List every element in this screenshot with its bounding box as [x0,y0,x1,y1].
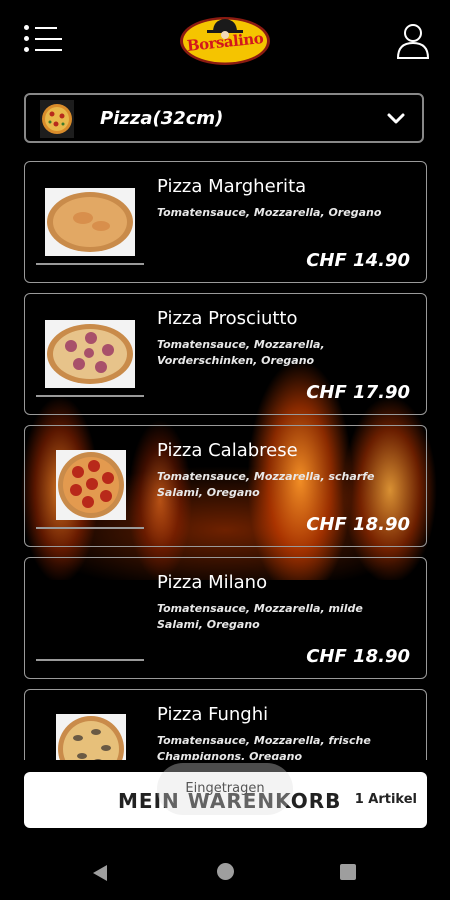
home-icon[interactable] [217,863,234,880]
product-description: Tomatensauce, Mozzarella, frische Champi… [157,734,371,760]
category-image [40,100,74,138]
product-description: Tomatensauce, Mozzarella, Oregano [157,206,382,219]
product-name: Pizza Prosciutto [157,308,298,329]
image-divider [36,659,144,661]
top-bar: Borsalino [0,0,450,80]
product-name: Pizza Funghi [157,704,269,725]
product-card[interactable]: Pizza Margherita Tomatensauce, Mozzarell… [24,161,427,283]
menu-icon[interactable] [24,25,62,53]
product-price: CHF 17.90 [306,382,410,403]
product-card[interactable]: Pizza Calabrese Tomatensauce, Mozzarella… [24,425,427,547]
toast: Eingetragen [157,763,293,815]
logo: Borsalino [179,12,271,66]
product-card[interactable]: Pizza Funghi Tomatensauce, Mozzarella, f… [24,689,427,760]
user-icon[interactable] [395,22,431,60]
product-card[interactable]: Pizza Prosciutto Tomatensauce, Mozzarell… [24,293,427,415]
category-label: Pizza(32cm) [100,108,224,129]
product-list: Pizza Margherita Tomatensauce, Mozzarell… [0,160,450,760]
cart-count: 1 Artikel [354,792,417,807]
product-price: CHF 18.90 [306,646,410,667]
chevron-down-icon[interactable] [386,109,406,129]
product-card[interactable]: Pizza Milano Tomatensauce, Mozzarella, m… [24,557,427,679]
product-image [45,188,135,256]
product-name: Pizza Margherita [157,176,307,197]
product-description: Tomatensauce, Mozzarella, scharfe Salami… [157,470,375,499]
product-price: CHF 14.90 [306,250,410,271]
back-icon[interactable] [91,864,109,882]
product-name: Pizza Milano [157,572,268,593]
image-divider [36,395,144,397]
category-select[interactable]: Pizza(32cm) [24,93,424,143]
toast-text: Eingetragen [185,781,265,796]
product-image [45,320,135,388]
product-name: Pizza Calabrese [157,440,298,461]
recent-apps-icon[interactable] [340,864,356,880]
image-divider [36,263,144,265]
image-divider [36,527,144,529]
product-image [56,450,126,520]
product-description: Tomatensauce, Mozzarella, Vorderschinken… [157,338,325,367]
product-description: Tomatensauce, Mozzarella, milde Salami, … [157,602,363,631]
product-price: CHF 18.90 [306,514,410,535]
product-image [56,714,126,760]
system-nav-bar [0,845,450,900]
